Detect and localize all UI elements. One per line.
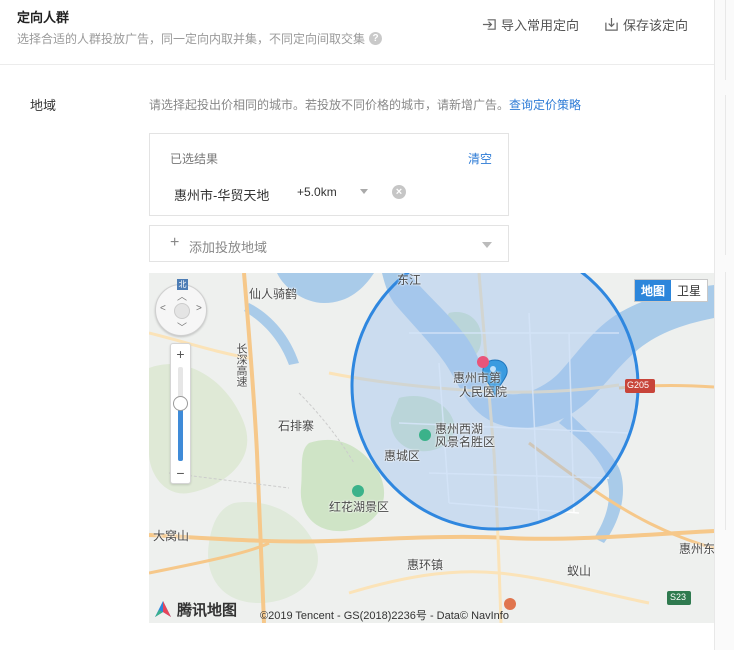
map-label-huihuanzhen: 惠环镇: [407, 558, 444, 572]
map-label-dongjiang: 东江: [397, 273, 422, 287]
subtitle-text: 选择合适的人群投放广告，同一定向内取并集，不同定向间取交集: [17, 32, 366, 46]
map-label-shipaizhai: 石排寨: [278, 419, 315, 433]
logo-text: 腾讯地图: [177, 601, 238, 619]
region-label: 地域: [30, 98, 57, 113]
map-type-satellite-button[interactable]: 卫星: [671, 280, 707, 301]
pricing-policy-link[interactable]: 查询定价策略: [509, 98, 581, 112]
map-label-hongshuhu: 红花湖景区: [329, 500, 390, 514]
zoom-in-button[interactable]: +: [171, 346, 190, 362]
pan-up-icon[interactable]: ︿: [177, 288, 187, 303]
clear-button[interactable]: 清空: [468, 150, 492, 167]
tencent-map-logo: 腾讯地图: [152, 598, 237, 620]
section-subtitle: 选择合适的人群投放广告，同一定向内取并集，不同定向间取交集 ?: [17, 30, 383, 47]
plus-icon: +: [170, 234, 180, 251]
rail-divider: [725, 272, 726, 530]
map-label-huicheng: 惠城区: [384, 449, 421, 463]
selected-results-title: 已选结果: [170, 152, 219, 166]
import-icon: [482, 19, 496, 30]
map-label-hospital2: 人民医院: [459, 385, 508, 399]
map-view[interactable]: 仙人骑鹤 长深高速 石排寨 惠城区 惠州西湖 风景名胜区 红花湖景区 惠州市第 …: [149, 273, 714, 623]
chevron-down-icon[interactable]: [360, 189, 368, 194]
map-label-g205: G205: [627, 380, 650, 390]
map-label-changshen: 长深高速: [235, 343, 247, 387]
map-type-switch: 地图 卫星: [633, 279, 708, 302]
map-label-s23: S23: [670, 592, 687, 602]
rail-divider: [725, 95, 726, 255]
save-targeting-label: 保存该定向: [623, 18, 689, 33]
import-targeting-label: 导入常用定向: [501, 18, 580, 33]
save-targeting-button[interactable]: 保存该定向: [604, 15, 688, 34]
help-icon[interactable]: ?: [369, 32, 383, 45]
pan-left-icon[interactable]: <: [160, 303, 166, 314]
tencent-map-logo-icon: [155, 601, 171, 617]
rail-divider: [725, 0, 726, 80]
zoom-out-button[interactable]: −: [171, 465, 190, 481]
add-region-select[interactable]: + 添加投放地域: [149, 225, 509, 262]
pan-center-button[interactable]: [174, 303, 190, 319]
map-label-xihu2: 风景名胜区: [435, 435, 496, 449]
selected-city: 惠州市-华贸天地: [174, 188, 270, 203]
remove-icon[interactable]: ×: [392, 185, 406, 199]
map-pan-control[interactable]: 北 ︿ < > ﹀: [155, 279, 207, 336]
map-label-qiushan: 蚁山: [567, 564, 592, 578]
targeting-header: 定向人群 选择合适的人群投放广告，同一定向内取并集，不同定向间取交集 ? 导入常…: [0, 0, 714, 65]
map-copyright: ©2019 Tencent - GS(2018)2236号 - Data© Na…: [260, 610, 509, 622]
right-rail: [714, 0, 734, 650]
map-zoom-control: + −: [170, 343, 191, 484]
pan-right-icon[interactable]: >: [196, 303, 202, 314]
zoom-slider-handle[interactable]: [173, 395, 188, 411]
download-icon: [605, 17, 618, 31]
add-region-label: 添加投放地域: [189, 240, 268, 255]
map-label-xianrenqi: 仙人骑鹤: [249, 287, 298, 301]
radius-select[interactable]: +5.0km: [297, 185, 337, 199]
chevron-down-icon[interactable]: [482, 242, 492, 248]
map-label-dajiaoshan: 大窝山: [153, 529, 190, 543]
region-hint-text: 请选择起投出价相同的城市。若投放不同价格的城市，请新增广告。: [149, 98, 510, 112]
map-type-map-button[interactable]: 地图: [634, 280, 671, 301]
pan-down-icon[interactable]: ﹀: [177, 319, 187, 334]
zoom-level-fill: [178, 402, 183, 461]
import-targeting-button[interactable]: 导入常用定向: [482, 15, 579, 34]
section-title: 定向人群: [17, 10, 70, 25]
selected-results-box: 已选结果 清空 惠州市-华贸天地 +5.0km ×: [149, 133, 509, 216]
map-label-huizhoudong: 惠州东: [679, 542, 714, 556]
region-hint: 请选择起投出价相同的城市。若投放不同价格的城市，请新增广告。查询定价策略: [149, 96, 581, 113]
